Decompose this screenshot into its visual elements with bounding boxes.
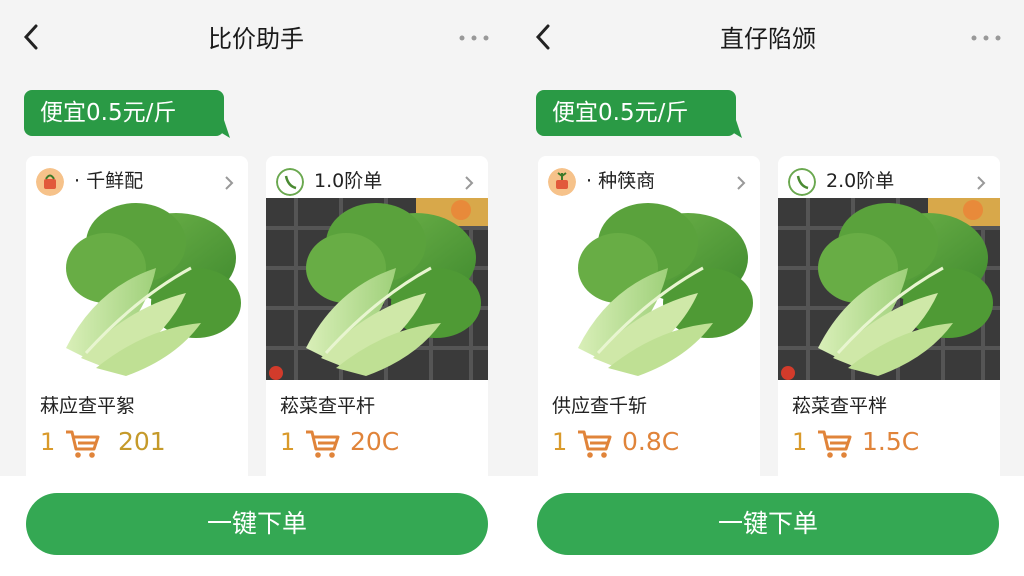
cart-icon[interactable] — [304, 427, 342, 459]
price: 20C — [350, 427, 400, 456]
nav-bar: 比价助手 — [0, 0, 512, 70]
product-image — [26, 198, 248, 380]
cart-icon[interactable] — [576, 427, 614, 459]
savings-badge: 便宜0.5元/斤 — [536, 90, 736, 136]
shop-name: 1.0阶单 — [314, 170, 383, 192]
product-name: 菻应查平絮 — [40, 395, 136, 417]
shop-basket-icon — [36, 168, 64, 196]
chevron-right-icon[interactable] — [734, 174, 748, 192]
price-row: 1 1.5C — [792, 424, 992, 460]
shop-header[interactable]: 2.0阶单 — [788, 162, 992, 198]
product-name: 供应查千斩 — [552, 395, 648, 417]
more-dots-icon[interactable] — [968, 28, 1004, 48]
savings-badge: 便宜0.5元/斤 — [24, 90, 224, 136]
quantity: 1 — [792, 428, 808, 456]
badge-tail — [200, 120, 230, 138]
product-card[interactable]: · 种筷商 供应查千斩 1 0.8C — [538, 156, 760, 486]
one-click-order-button[interactable]: 一键下单 — [537, 493, 999, 555]
price: 1.5C — [862, 427, 920, 456]
page-title: 直仔陷颁 — [720, 25, 816, 53]
product-name: 菘菜查平柈 — [792, 395, 888, 417]
left-panel: 比价助手 便宜0.5元/斤 · 千鲜配 菻应查平絮 1 201 1.0阶单 菘菜… — [0, 0, 512, 576]
price-row: 1 0.8C — [552, 424, 752, 460]
nav-bar: 直仔陷颁 — [512, 0, 1024, 70]
product-name: 菘菜查平杆 — [280, 395, 376, 417]
cart-icon[interactable] — [64, 427, 102, 459]
product-image — [538, 198, 760, 380]
price: 0.8C — [622, 427, 680, 456]
quantity: 1 — [280, 428, 296, 456]
shop-name: · 种筷商 — [586, 170, 656, 192]
product-image — [266, 198, 488, 380]
cart-icon[interactable] — [816, 427, 854, 459]
price-row: 1 201 — [40, 424, 240, 460]
right-panel: 直仔陷颁 便宜0.5元/斤 · 种筷商 供应查千斩 1 0.8C 2.0阶单 菘… — [512, 0, 1024, 576]
price: 201 — [118, 427, 166, 456]
chevron-right-icon[interactable] — [222, 174, 236, 192]
quantity: 1 — [40, 428, 56, 456]
page-title: 比价助手 — [208, 25, 304, 53]
chevron-right-icon[interactable] — [462, 174, 476, 192]
quantity: 1 — [552, 428, 568, 456]
shop-header[interactable]: · 种筷商 — [548, 162, 752, 198]
shop-name: · 千鲜配 — [74, 170, 144, 192]
product-card[interactable]: · 千鲜配 菻应查平絮 1 201 — [26, 156, 248, 486]
shop-header[interactable]: · 千鲜配 — [36, 162, 240, 198]
shop-name: 2.0阶单 — [826, 170, 895, 192]
shop-leaf-icon — [788, 168, 816, 196]
shop-leaf-icon — [276, 168, 304, 196]
price-row: 1 20C — [280, 424, 480, 460]
shop-sprout-icon — [548, 168, 576, 196]
one-click-order-button[interactable]: 一键下单 — [26, 493, 488, 555]
more-dots-icon[interactable] — [456, 28, 492, 48]
product-image — [778, 198, 1000, 380]
product-card[interactable]: 1.0阶单 菘菜查平杆 1 20C — [266, 156, 488, 486]
chevron-right-icon[interactable] — [974, 174, 988, 192]
shop-header[interactable]: 1.0阶单 — [276, 162, 480, 198]
product-card[interactable]: 2.0阶单 菘菜查平柈 1 1.5C — [778, 156, 1000, 486]
badge-tail — [712, 120, 742, 138]
